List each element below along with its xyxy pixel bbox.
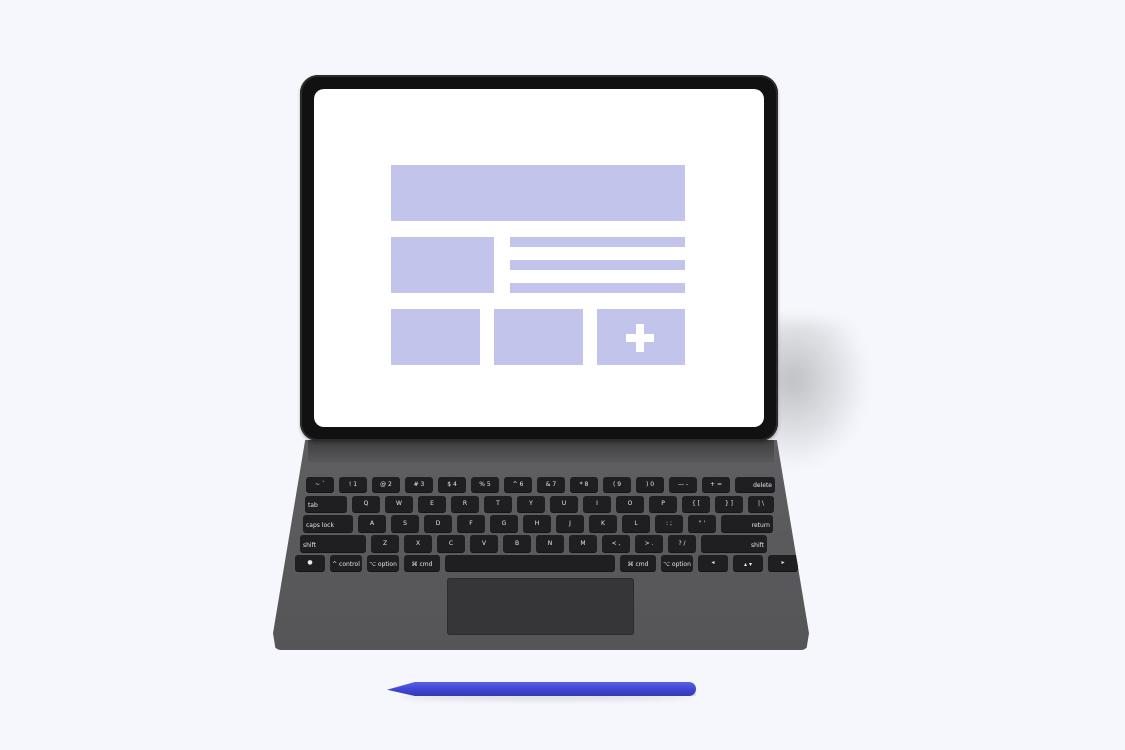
- keyboard-key[interactable]: ●: [295, 555, 325, 571]
- keyboard-key[interactable]: G: [490, 515, 518, 532]
- keyboard-key[interactable]: shift: [701, 535, 767, 552]
- keyboard-key[interactable]: M: [569, 535, 597, 552]
- keyboard-key[interactable]: : ;: [655, 515, 683, 532]
- wireframe-text-line: [510, 237, 685, 247]
- keyboard-key[interactable]: " ': [688, 515, 716, 532]
- keyboard-key[interactable]: I: [583, 496, 611, 512]
- keyboard-hinge: [308, 440, 774, 462]
- wireframe-add-card[interactable]: [597, 309, 685, 365]
- keyboard-key[interactable]: H: [523, 515, 551, 532]
- keyboard-key[interactable]: caps lock: [303, 515, 353, 532]
- keyboard-key[interactable]: ⌥ option: [661, 555, 693, 571]
- tablet-device: [300, 75, 778, 441]
- keyboard-key[interactable]: X: [404, 535, 432, 552]
- keyboard-key[interactable]: L: [622, 515, 650, 532]
- keyboard-key[interactable]: ^ control: [330, 555, 362, 571]
- keyboard-key[interactable]: J: [556, 515, 584, 532]
- keyboard-key[interactable]: > .: [635, 535, 663, 552]
- keyboard-key[interactable]: — -: [669, 477, 697, 492]
- keyboard-key[interactable]: Z: [371, 535, 399, 552]
- keyboard-key[interactable]: + =: [702, 477, 730, 492]
- keyboard-key[interactable]: B: [503, 535, 531, 552]
- keyboard-key[interactable]: ◂: [698, 555, 728, 571]
- keyboard-key[interactable]: | \: [748, 496, 774, 512]
- keyboard-key[interactable]: ▴ ▾: [733, 555, 763, 571]
- keyboard-key[interactable]: Q: [352, 496, 380, 512]
- keyboard-key[interactable]: R: [451, 496, 479, 512]
- keyboard-key[interactable]: D: [424, 515, 452, 532]
- keyboard-key[interactable]: tab: [305, 496, 347, 512]
- keyboard-key[interactable]: @ 2: [372, 477, 400, 492]
- keyboard-key[interactable]: { [: [682, 496, 710, 512]
- wireframe-card: [494, 309, 583, 365]
- keyboard-key[interactable]: ? /: [668, 535, 696, 552]
- keyboard-key[interactable]: U: [550, 496, 578, 512]
- keyboard-key[interactable]: % 5: [471, 477, 499, 492]
- keyboard-key[interactable]: O: [616, 496, 644, 512]
- wireframe-text-line: [510, 260, 685, 270]
- stylus-pencil: [387, 682, 696, 696]
- keyboard-key[interactable]: ( 9: [603, 477, 631, 492]
- keyboard-key[interactable]: T: [484, 496, 512, 512]
- keyboard-key[interactable]: Y: [517, 496, 545, 512]
- keyboard-key[interactable]: N: [536, 535, 564, 552]
- keyboard-key[interactable]: C: [437, 535, 465, 552]
- keyboard-key[interactable]: A: [358, 515, 386, 532]
- keyboard-key[interactable]: delete: [735, 477, 775, 492]
- wireframe-image-block: [391, 237, 494, 293]
- keyboard-key[interactable]: < ,: [602, 535, 630, 552]
- keyboard-key[interactable]: ⌥ option: [367, 555, 399, 571]
- keyboard-key[interactable]: ⌘ cmd: [404, 555, 440, 571]
- keyboard-key[interactable]: [445, 555, 615, 571]
- keyboard-key[interactable]: ^ 6: [504, 477, 532, 492]
- keyboard-key[interactable]: E: [418, 496, 446, 512]
- keyboard-key[interactable]: W: [385, 496, 413, 512]
- keyboard-key[interactable]: ▸: [768, 555, 798, 571]
- keyboard-key[interactable]: return: [721, 515, 773, 532]
- wireframe-text-line: [510, 283, 685, 293]
- trackpad[interactable]: [447, 578, 634, 635]
- tablet-screen: [314, 89, 764, 427]
- keyboard-key[interactable]: K: [589, 515, 617, 532]
- keyboard-key[interactable]: ! 1: [339, 477, 367, 492]
- keyboard-key[interactable]: & 7: [537, 477, 565, 492]
- keyboard-key[interactable]: ) 0: [636, 477, 664, 492]
- keyboard-key[interactable]: * 8: [570, 477, 598, 492]
- plus-icon-vertical: [636, 324, 644, 352]
- keyboard-key[interactable]: V: [470, 535, 498, 552]
- wireframe-card: [391, 309, 480, 365]
- keyboard-key[interactable]: F: [457, 515, 485, 532]
- keyboard-key[interactable]: ⌘ cmd: [620, 555, 656, 571]
- keyboard-key[interactable]: P: [649, 496, 677, 512]
- wireframe-header-block: [391, 165, 685, 221]
- keyboard-key[interactable]: shift: [300, 535, 366, 552]
- keyboard-key[interactable]: ~ `: [306, 477, 334, 492]
- keyboard-key[interactable]: $ 4: [438, 477, 466, 492]
- keyboard-key[interactable]: } ]: [715, 496, 743, 512]
- keyboard-key[interactable]: S: [391, 515, 419, 532]
- keyboard-key[interactable]: # 3: [405, 477, 433, 492]
